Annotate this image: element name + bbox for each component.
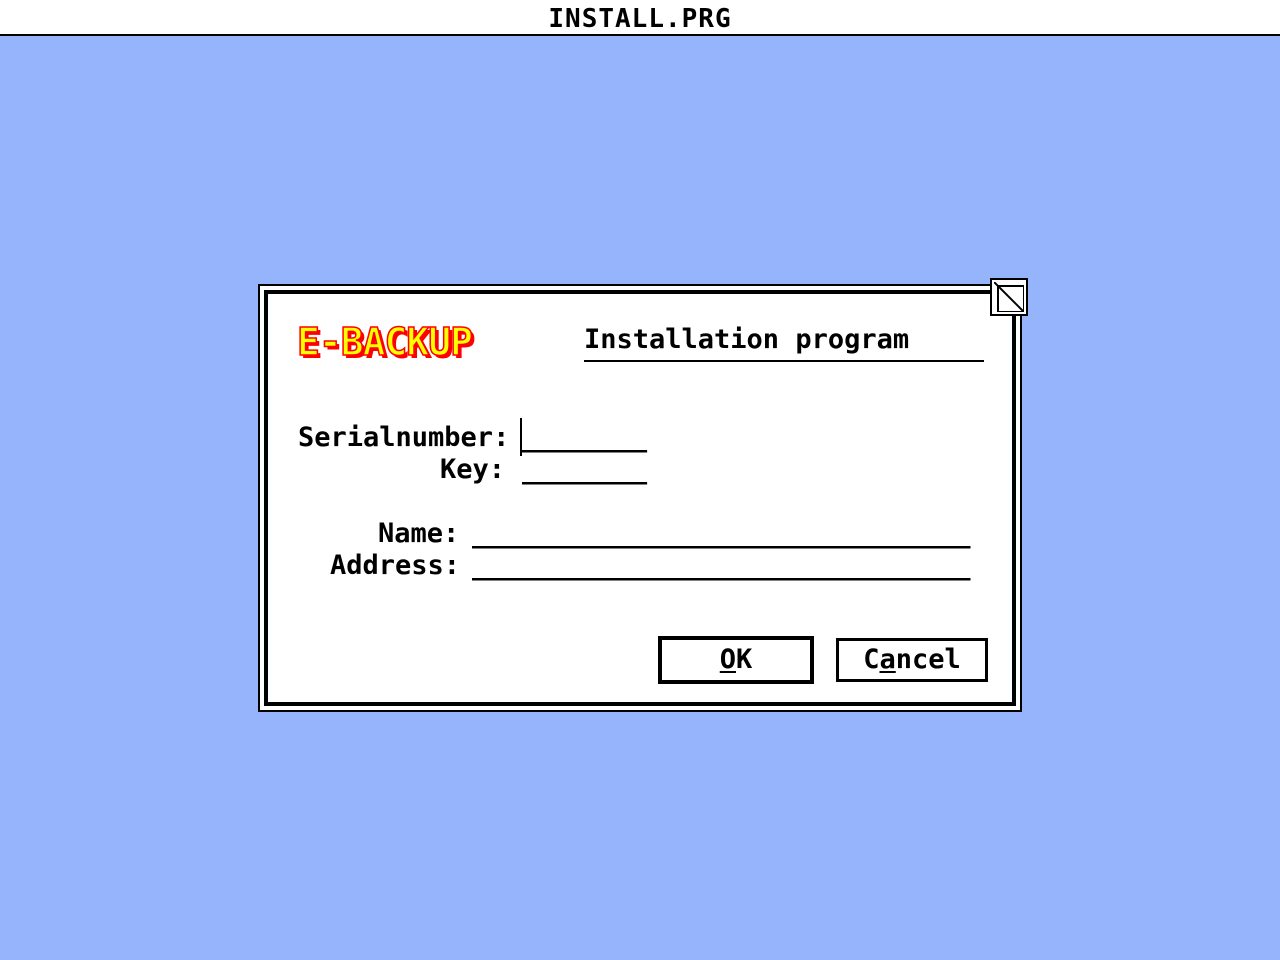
key-label: Key: xyxy=(440,454,506,485)
cancel-label-rest: ncel xyxy=(895,644,961,675)
install-dialog: E-BACKUP E-BACKUP Installation program S… xyxy=(258,278,1028,712)
text-cursor xyxy=(520,418,522,456)
key-field[interactable]: ________ xyxy=(522,454,647,486)
dialog-frame: E-BACKUP E-BACKUP Installation program S… xyxy=(264,290,1016,706)
window-title: INSTALL.PRG xyxy=(548,4,732,34)
svg-text:E-BACKUP: E-BACKUP xyxy=(297,322,472,364)
address-field[interactable]: ________________________________ xyxy=(472,550,970,582)
e-backup-logo: E-BACKUP E-BACKUP xyxy=(296,322,476,366)
name-field[interactable]: ________________________________ xyxy=(472,518,970,550)
cancel-button[interactable]: Cancel xyxy=(836,638,988,682)
serialnumber-label: Serialnumber: xyxy=(298,422,510,453)
ok-shortcut-letter: O xyxy=(719,644,736,675)
address-label: Address: xyxy=(330,550,461,581)
dialog-heading: Installation program xyxy=(584,324,984,362)
ok-button[interactable]: OK xyxy=(658,636,814,684)
cancel-shortcut-letter: a xyxy=(879,644,896,675)
menu-bar: INSTALL.PRG xyxy=(0,0,1280,36)
serialnumber-field[interactable]: ________ xyxy=(522,422,647,454)
resize-corner-icon[interactable] xyxy=(990,278,1028,316)
cancel-label-pre: C xyxy=(863,644,880,675)
ok-label-rest: K xyxy=(736,644,753,675)
name-label: Name: xyxy=(378,518,460,549)
